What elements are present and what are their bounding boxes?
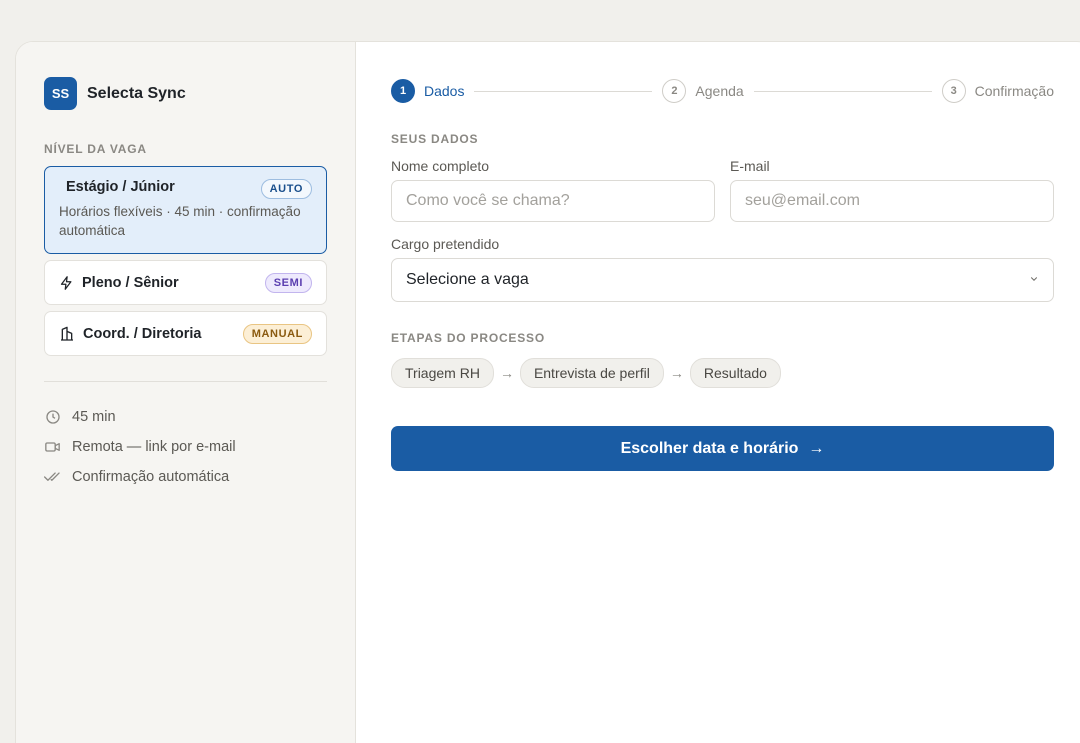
brand-name: Selecta Sync — [87, 84, 186, 102]
level-description: Horários flexíveis · 45 min · confirmaçã… — [59, 204, 301, 238]
step-label: Confirmação — [974, 83, 1054, 99]
meta-text: Remota — link por e-mail — [72, 439, 236, 455]
level-option-pleno[interactable]: Pleno / Sênior SEMI — [44, 260, 327, 305]
step-confirmacao[interactable]: 3 Confirmação — [941, 79, 1054, 103]
lightning-icon — [59, 275, 74, 291]
form-section-label: SEUS DADOS — [391, 132, 479, 146]
step-number: 3 — [941, 79, 966, 103]
choose-date-button[interactable]: Escolher data e horário → — [391, 426, 1054, 471]
video-icon — [44, 439, 61, 456]
stage-chip: Entrevista de perfil — [519, 358, 664, 388]
stage-chip: Resultado — [689, 358, 781, 388]
level-title: Estágio / Júnior — [66, 179, 175, 195]
meta-text: 45 min — [72, 409, 116, 425]
level-option-coord[interactable]: Coord. / Diretoria MANUAL — [44, 311, 327, 356]
name-input[interactable] — [391, 180, 715, 222]
clock-icon — [44, 409, 61, 426]
meta-duration: 45 min — [44, 402, 327, 432]
divider — [44, 381, 327, 382]
level-section-label: NÍVEL DA VAGA — [44, 142, 147, 156]
step-label: Dados — [424, 83, 465, 99]
step-dados[interactable]: 1 Dados — [391, 79, 464, 103]
name-label: Nome completo — [391, 158, 490, 174]
level-title: Coord. / Diretoria — [83, 325, 202, 342]
step-connector — [474, 90, 653, 92]
step-label: Agenda — [695, 83, 744, 99]
level-title: Pleno / Sênior — [82, 274, 179, 291]
cta-label: Escolher data e horário — [620, 439, 799, 457]
meta-format: Remota — link por e-mail — [44, 432, 327, 462]
email-input[interactable] — [730, 180, 1054, 222]
level-badge-manual: MANUAL — [242, 323, 312, 344]
level-option-junior[interactable]: Estágio / Júnior AUTO Horários flexíveis… — [44, 166, 327, 254]
booking-card: SS Selecta Sync NÍVEL DA VAGA Estágio / … — [15, 41, 1080, 743]
form-row: Nome completo E-mail — [391, 158, 1054, 222]
step-number: 2 — [662, 79, 687, 103]
role-select-value: Selecione a vaga — [406, 271, 529, 288]
stage-chip: Triagem RH — [391, 358, 494, 388]
role-field: Cargo pretendido Selecione a vaga — [391, 236, 1054, 302]
brand-logo: SS — [44, 77, 77, 110]
arrow-right-icon: → — [669, 365, 684, 381]
chevron-down-icon — [1029, 273, 1039, 287]
process-section-label: ETAPAS DO PROCESSO — [391, 331, 545, 345]
name-field: Nome completo — [391, 158, 715, 222]
arrow-right-icon: → — [808, 439, 825, 457]
meta-confirmation: Confirmação automática — [44, 462, 327, 492]
step-agenda[interactable]: 2 Agenda — [662, 79, 744, 103]
role-select[interactable]: Selecione a vaga — [391, 258, 1054, 302]
email-label: E-mail — [730, 158, 770, 174]
building-icon — [59, 326, 75, 342]
role-label: Cargo pretendido — [391, 236, 500, 252]
meta-text: Confirmação automática — [72, 469, 230, 485]
step-number: 1 — [391, 79, 415, 103]
stepper: 1 Dados 2 Agenda 3 Confirmação — [391, 78, 1054, 104]
step-connector — [753, 90, 932, 92]
level-badge-auto: AUTO — [260, 179, 312, 199]
email-field: E-mail — [730, 158, 1054, 222]
arrow-right-icon: → — [499, 365, 514, 381]
process-stages: Triagem RH → Entrevista de perfil → Resu… — [391, 358, 1054, 388]
sidebar: SS Selecta Sync NÍVEL DA VAGA Estágio / … — [16, 42, 356, 743]
double-check-icon — [44, 469, 61, 486]
level-badge-semi: SEMI — [264, 272, 312, 293]
main-panel: 1 Dados 2 Agenda 3 Confirmação SEUS DADO… — [356, 42, 1080, 743]
brand: SS Selecta Sync — [44, 77, 327, 110]
